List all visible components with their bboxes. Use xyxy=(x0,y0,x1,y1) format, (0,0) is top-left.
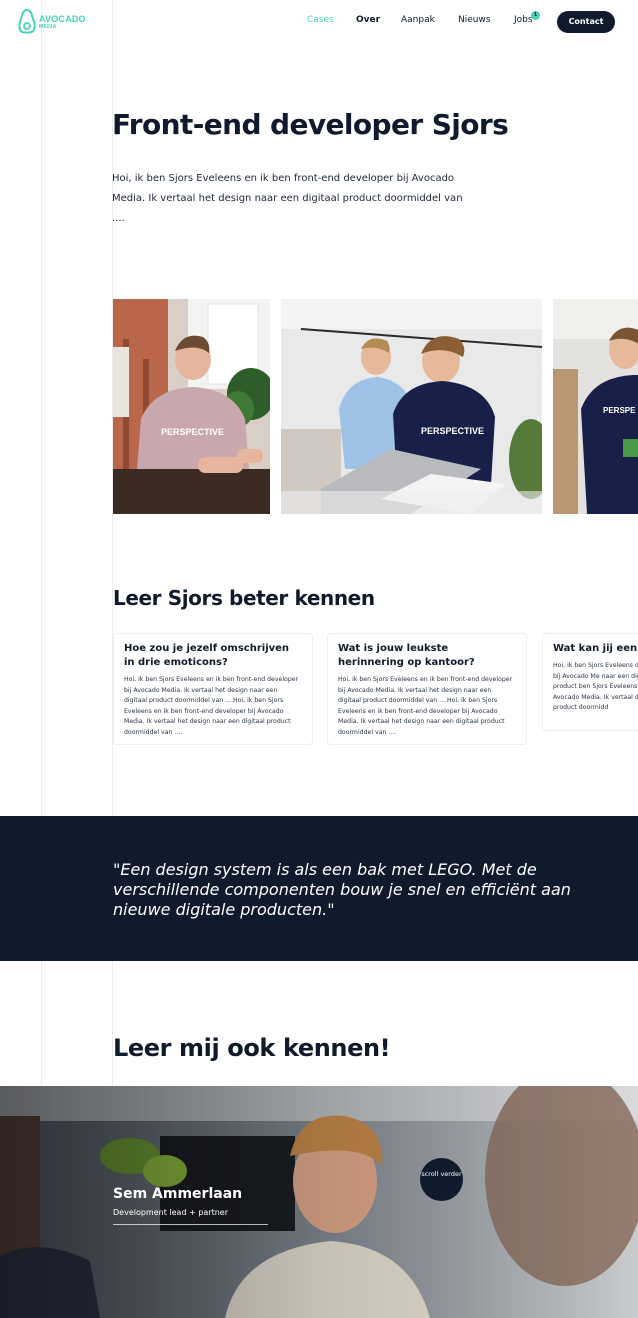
qa-card[interactable]: Hoe zou je jezelf omschrijven in drie em… xyxy=(113,633,313,745)
photo-sjors-portrait: PERSPECTIVE xyxy=(113,299,270,514)
qa-card-answer: Hoi, ik ben Sjors Eveleens en ik ben fro… xyxy=(124,676,299,736)
contact-button[interactable]: Contact xyxy=(557,11,615,33)
nav-nieuws[interactable]: Nieuws xyxy=(458,15,491,25)
logo[interactable]: AVOCADO MEDIA xyxy=(18,9,86,35)
qa-card-question: Hoe zou je jezelf omschrijven in drie em… xyxy=(124,643,290,668)
avocado-logo-icon xyxy=(18,9,36,34)
quote-band: "Een design system is als een bak met LE… xyxy=(0,816,638,961)
person-underline xyxy=(113,1224,268,1225)
scroll-further-button[interactable]: scroll verder xyxy=(420,1158,463,1201)
qa-card-question: Wat kan jij een da xyxy=(553,643,638,654)
nav-over[interactable]: Over xyxy=(356,15,380,25)
qa-card-answer: Hoi, ik ben Sjors Eveleens developer bij… xyxy=(553,662,638,712)
logo-name: AVOCADO xyxy=(39,13,86,24)
person-role: Development lead + partner xyxy=(113,1208,228,1217)
photo-sjors-laptop: PERSPECTIVE xyxy=(281,299,542,514)
site-header: AVOCADO MEDIA Cases Over Aanpak Nieuws J… xyxy=(0,0,638,44)
nav-jobs[interactable]: Jobs xyxy=(514,15,533,25)
jobs-count-badge: 1 xyxy=(531,11,540,20)
svg-text:PERSPECTIVE: PERSPECTIVE xyxy=(421,426,484,436)
person-name[interactable]: Sem Ammerlaan xyxy=(113,1186,242,1202)
qa-card-question: Wat is jouw leukste herinnering op kanto… xyxy=(338,643,475,668)
section-title-leer-sjors: Leer Sjors beter kennen xyxy=(113,586,375,610)
nav-cases[interactable]: Cases xyxy=(307,15,334,25)
logo-sub: MEDIA xyxy=(39,23,57,30)
section-title-leer-mij: Leer mij ook kennen! xyxy=(113,1034,391,1062)
photo-sem-ammerlaan xyxy=(0,1086,638,1318)
logo-wordmark: AVOCADO MEDIA xyxy=(39,13,86,30)
hero-intro: Hoi, ik ben Sjors Eveleens en ik ben fro… xyxy=(112,173,463,224)
nav-aanpak[interactable]: Aanpak xyxy=(401,15,435,25)
qa-card[interactable]: Wat is jouw leukste herinnering op kanto… xyxy=(327,633,527,745)
page-title: Front-end developer Sjors xyxy=(112,108,509,141)
qa-card[interactable]: Wat kan jij een da Hoi, ik ben Sjors Eve… xyxy=(542,633,638,731)
svg-text:PERSPECTIVE: PERSPECTIVE xyxy=(161,427,224,437)
quote-text: "Een design system is als een bak met LE… xyxy=(113,860,571,919)
svg-text:PERSPE: PERSPE xyxy=(603,406,636,415)
photo-sjors-office: PERSPE xyxy=(553,299,638,514)
qa-card-answer: Hoi, ik ben Sjors Eveleens en ik ben fro… xyxy=(338,676,513,736)
